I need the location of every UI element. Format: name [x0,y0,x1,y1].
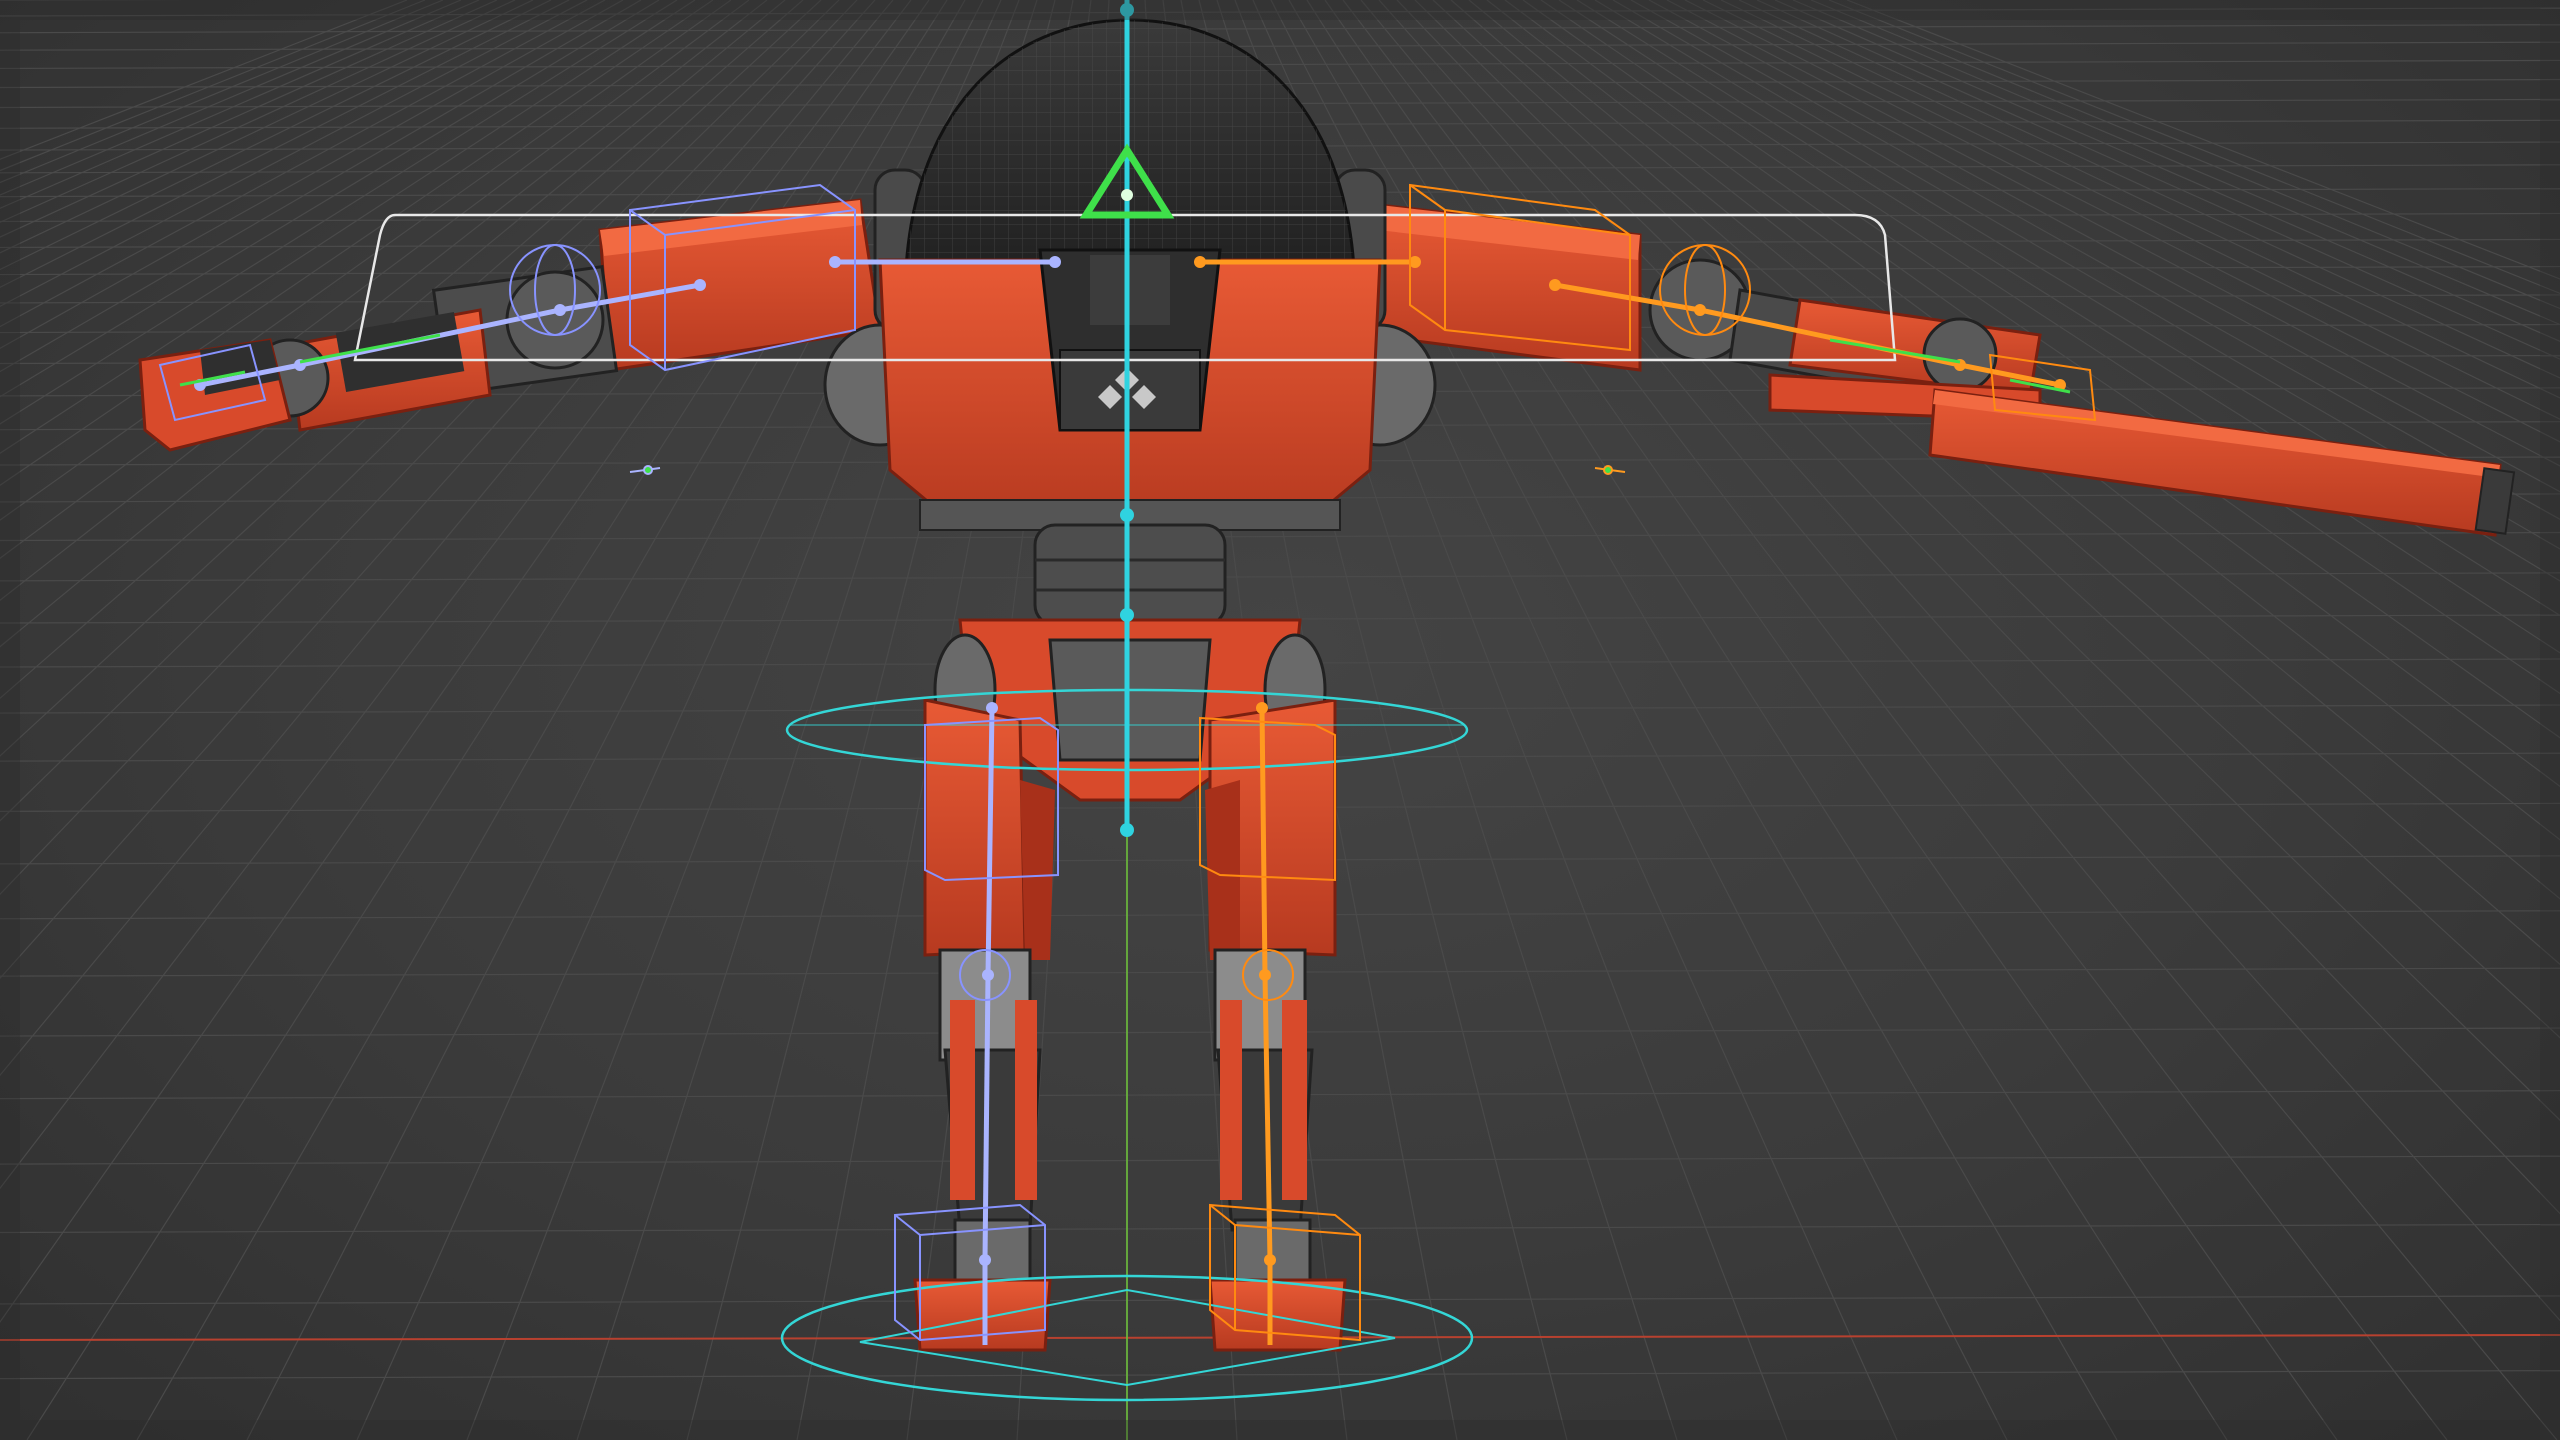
grid-line [0,0,444,184]
pole-target-right[interactable] [1594,465,1626,475]
left-arm[interactable] [138,198,882,452]
viewport-scene[interactable] [0,0,2560,1440]
grid-line [0,24,2560,34]
grid-line [0,0,426,172]
right-arm[interactable] [1368,203,2516,537]
right-leg[interactable] [1205,698,1347,1352]
pole-target-left[interactable] [629,465,661,475]
grid-line [0,572,2560,582]
3d-viewport[interactable] [0,0,2560,1440]
grid-line [0,1370,2560,1380]
grid-line [0,0,408,160]
grid-line [0,41,2560,51]
